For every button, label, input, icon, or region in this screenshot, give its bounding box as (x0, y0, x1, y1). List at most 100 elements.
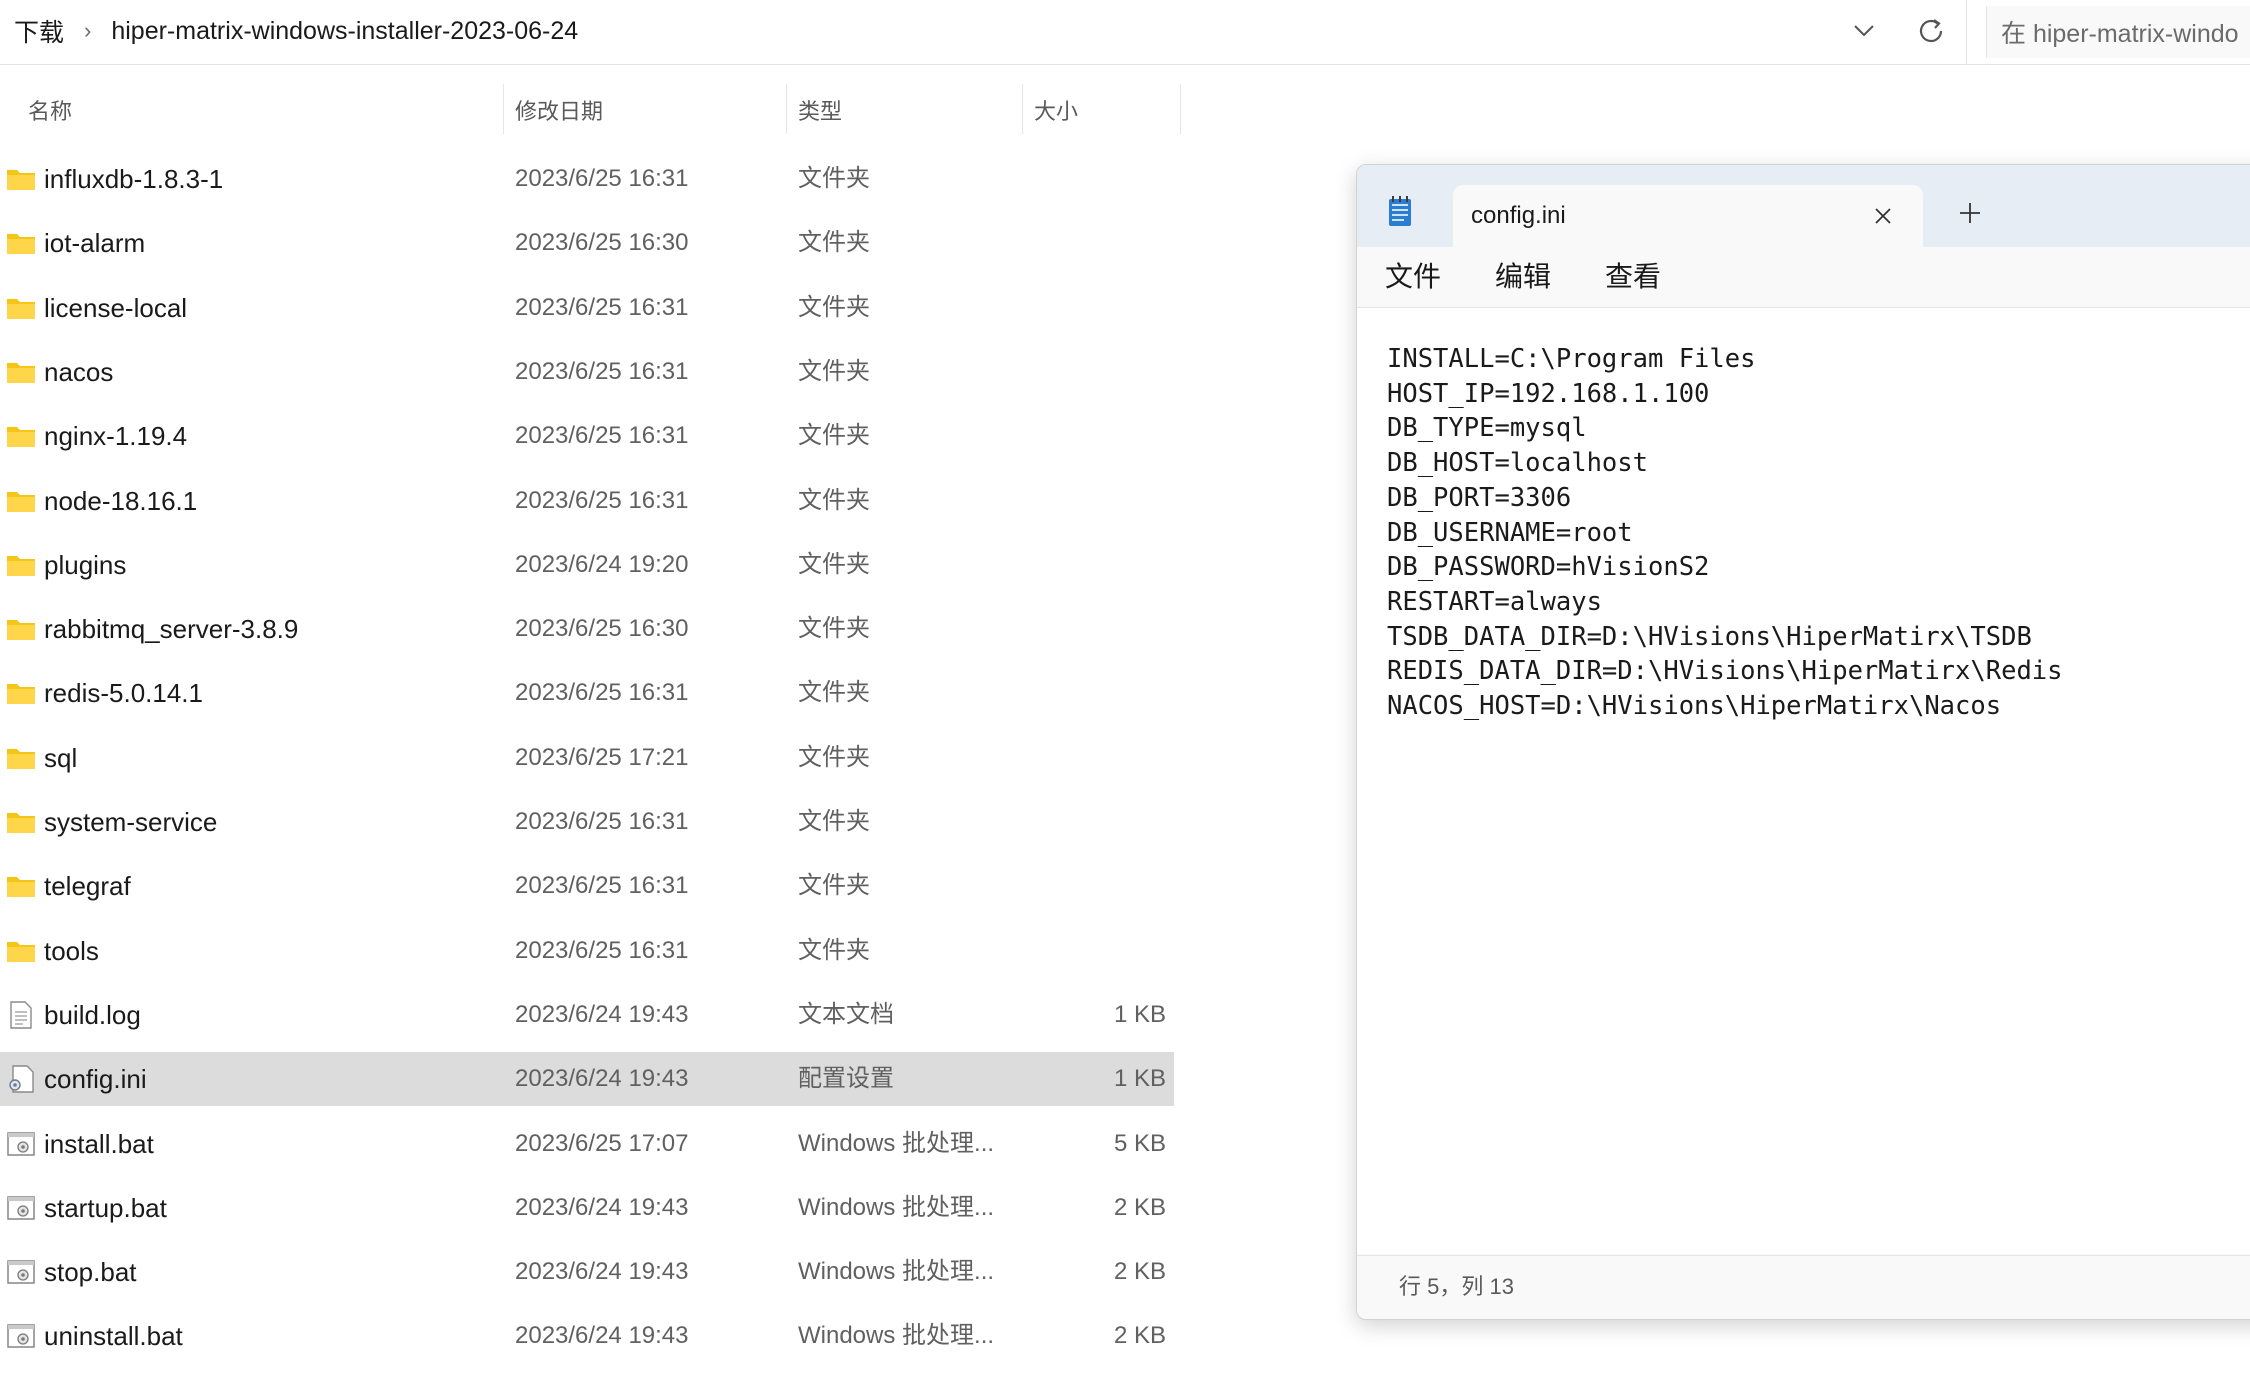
column-divider[interactable] (503, 84, 504, 134)
file-row[interactable]: telegraf 2023/6/25 16:31 文件夹 (0, 859, 1174, 913)
file-type: Windows 批处理... (798, 1130, 995, 1157)
editor-line: REDIS_DATA_DIR=D:\HVisions\HiperMatirx\R… (1387, 656, 2063, 687)
search-input[interactable]: 在 hiper-matrix-windo (1986, 6, 2250, 58)
file-name: redis-5.0.14.1 (44, 678, 203, 708)
status-bar: 行 5，列 13 (1357, 1255, 2250, 1319)
refresh-icon[interactable] (1912, 12, 1950, 50)
file-date: 2023/6/25 16:31 (515, 422, 689, 449)
file-name: stop.bat (44, 1257, 137, 1287)
file-row[interactable]: node-18.16.1 2023/6/25 16:31 文件夹 (0, 474, 1174, 528)
file-date: 2023/6/24 19:43 (515, 1001, 689, 1028)
file-date: 2023/6/25 16:31 (515, 872, 689, 899)
file-type: 文件夹 (798, 294, 870, 321)
tab-config-ini[interactable]: config.ini (1453, 185, 1923, 247)
close-icon[interactable] (1871, 204, 1895, 228)
breadcrumb-current-folder[interactable]: hiper-matrix-windows-installer-2023-06-2… (111, 17, 578, 46)
file-size: 5 KB (1113, 1130, 1166, 1157)
folder-icon (6, 228, 36, 258)
breadcrumb-separator: › (84, 18, 92, 43)
editor-line: HOST_IP=192.168.1.100 (1387, 378, 1710, 409)
file-type: 文件夹 (798, 872, 870, 899)
folder-icon (6, 550, 36, 580)
file-date: 2023/6/25 16:31 (515, 165, 689, 192)
file-type: 文件夹 (798, 358, 870, 385)
folder-icon (6, 678, 36, 708)
file-name: nginx-1.19.4 (44, 421, 188, 451)
file-date: 2023/6/25 16:30 (515, 229, 689, 256)
file-row[interactable]: redis-5.0.14.1 2023/6/25 16:31 文件夹 (0, 666, 1174, 720)
file-row[interactable]: system-service 2023/6/25 16:31 文件夹 (0, 795, 1174, 849)
file-date: 2023/6/25 16:31 (515, 937, 689, 964)
menu-view[interactable]: 查看 (1605, 247, 1661, 307)
file-name: rabbitmq_server-3.8.9 (44, 614, 299, 644)
menu-file[interactable]: 文件 (1385, 247, 1441, 307)
chevron-down-icon[interactable] (1847, 14, 1881, 48)
editor-line: DB_PASSWORD=hVisionS2 (1387, 552, 1710, 583)
file-row[interactable]: config.ini 2023/6/24 19:43 配置设置 1 KB (0, 1052, 1174, 1106)
file-name: sql (44, 743, 78, 773)
file-date: 2023/6/24 19:43 (515, 1322, 689, 1349)
file-date: 2023/6/25 16:31 (515, 808, 689, 835)
folder-icon (6, 871, 36, 901)
file-row[interactable]: rabbitmq_server-3.8.9 2023/6/25 16:30 文件夹 (0, 602, 1174, 656)
editor-line: RESTART=always (1387, 586, 1602, 617)
file-date: 2023/6/25 17:21 (515, 744, 689, 771)
file-type: Windows 批处理... (798, 1194, 995, 1221)
file-row[interactable]: plugins 2023/6/24 19:20 文件夹 (0, 538, 1174, 592)
file-name: config.ini (44, 1064, 147, 1094)
file-row[interactable]: influxdb-1.8.3-1 2023/6/25 16:31 文件夹 (0, 152, 1174, 206)
notepad-icon (1389, 196, 1411, 226)
file-name: tools (44, 936, 99, 966)
plus-icon[interactable] (1957, 200, 1983, 226)
file-row[interactable]: stop.bat 2023/6/24 19:43 Windows 批处理... 2 K… (0, 1245, 1174, 1299)
file-name: build.log (44, 1000, 141, 1030)
file-date: 2023/6/25 16:31 (515, 358, 689, 385)
column-divider[interactable] (1022, 84, 1023, 134)
file-name: uninstall.bat (44, 1321, 183, 1351)
column-header-date[interactable]: 修改日期 (515, 84, 603, 136)
file-date: 2023/6/25 16:31 (515, 679, 689, 706)
notepad-titlebar[interactable]: config.ini (1357, 165, 2250, 247)
file-row[interactable]: uninstall.bat 2023/6/24 19:43 Windows 批处理.… (0, 1309, 1174, 1363)
file-row[interactable]: tools 2023/6/25 16:31 文件夹 (0, 924, 1174, 978)
file-row[interactable]: nginx-1.19.4 2023/6/25 16:31 文件夹 (0, 409, 1174, 463)
file-size: 2 KB (1113, 1258, 1166, 1285)
file-type: 配置设置 (798, 1065, 894, 1092)
file-row[interactable]: install.bat 2023/6/25 17:07 Windows 批处理...… (0, 1117, 1174, 1171)
menu-edit[interactable]: 编辑 (1495, 247, 1551, 307)
file-row[interactable]: build.log 2023/6/24 19:43 文本文档 1 KB (0, 988, 1174, 1042)
file-name: license-local (44, 293, 188, 323)
file-row[interactable]: sql 2023/6/25 17:21 文件夹 (0, 731, 1174, 785)
file-date: 2023/6/25 16:31 (515, 294, 689, 321)
file-row[interactable]: startup.bat 2023/6/24 19:43 Windows 批处理...… (0, 1181, 1174, 1235)
file-type: 文件夹 (798, 487, 870, 514)
text-editor[interactable]: INSTALL=C:\Program Files HOST_IP=192.168.… (1357, 308, 2250, 1254)
file-row[interactable]: iot-alarm 2023/6/25 16:30 文件夹 (0, 216, 1174, 270)
file-type: Windows 批处理... (798, 1258, 995, 1285)
editor-content[interactable]: INSTALL=C:\Program Files HOST_IP=192.168.… (1387, 342, 2063, 724)
breadcrumb-downloads[interactable]: 下载 (14, 13, 64, 49)
file-row[interactable]: nacos 2023/6/25 16:31 文件夹 (0, 345, 1174, 399)
file-name: system-service (44, 807, 218, 837)
breadcrumb: 下载 › hiper-matrix-windows-installer-2023… (14, 0, 578, 62)
address-bar[interactable]: 下载 › hiper-matrix-windows-installer-2023… (0, 0, 2250, 65)
column-divider[interactable] (786, 84, 787, 134)
batch-file-icon (6, 1257, 36, 1287)
file-name: plugins (44, 550, 127, 580)
folder-icon (6, 421, 36, 451)
file-date: 2023/6/25 17:07 (515, 1130, 689, 1157)
column-header-type[interactable]: 类型 (798, 84, 842, 136)
file-type: 文件夹 (798, 937, 870, 964)
column-divider[interactable] (1180, 84, 1181, 134)
batch-file-icon (6, 1321, 36, 1351)
file-date: 2023/6/25 16:31 (515, 487, 689, 514)
file-row[interactable]: license-local 2023/6/25 16:31 文件夹 (0, 281, 1174, 335)
column-header-name[interactable]: 名称 (28, 84, 72, 136)
folder-icon (6, 357, 36, 387)
file-date: 2023/6/24 19:43 (515, 1258, 689, 1285)
editor-line: NACOS_HOST=D:\HVisions\HiperMatirx\Nacos (1387, 691, 2002, 722)
notepad-menubar: 文件 编辑 查看 (1357, 247, 2250, 308)
editor-line: DB_HOST=localhost (1387, 448, 1648, 479)
file-type: 文件夹 (798, 808, 870, 835)
column-header-size[interactable]: 大小 (1034, 84, 1078, 136)
